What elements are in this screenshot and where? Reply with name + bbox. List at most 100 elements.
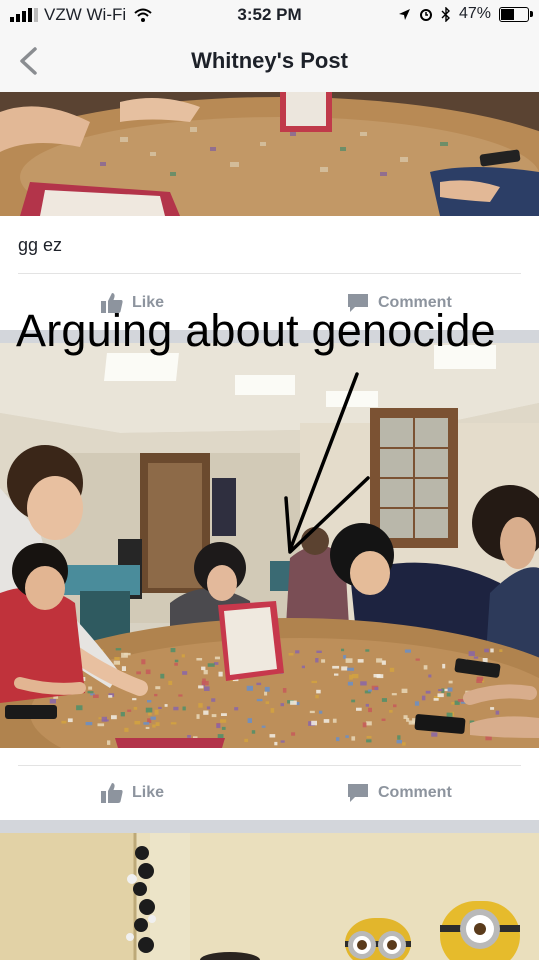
puzzle-piece	[221, 713, 227, 716]
puzzle-piece	[211, 698, 216, 702]
puzzle-piece	[374, 687, 379, 691]
puzzle-piece	[323, 719, 330, 723]
puzzle-piece	[174, 662, 178, 666]
puzzle-piece	[141, 659, 146, 665]
puzzle-piece	[155, 686, 161, 690]
puzzle-piece	[164, 704, 168, 707]
puzzle-piece	[332, 718, 337, 723]
puzzle-piece	[446, 712, 453, 718]
puzzle-piece	[280, 703, 284, 707]
minions-decoration-image	[0, 833, 539, 960]
puzzle-piece	[362, 722, 367, 728]
puzzle-piece	[76, 705, 83, 711]
puzzle-piece	[360, 681, 367, 686]
post-photo-1[interactable]	[0, 92, 539, 216]
puzzle-piece	[447, 687, 453, 692]
puzzle-piece	[160, 673, 165, 679]
puzzle-piece	[368, 707, 372, 713]
puzzle-piece	[214, 656, 220, 660]
puzzle-piece	[274, 741, 278, 746]
puzzle-piece	[490, 648, 494, 653]
puzzle-piece	[87, 691, 94, 694]
puzzle-piece	[433, 698, 439, 701]
puzzle-piece	[415, 658, 420, 661]
puzzle-piece	[264, 686, 270, 692]
puzzle-piece	[357, 659, 364, 663]
post-photo-3[interactable]	[0, 833, 539, 960]
puzzle-piece	[120, 712, 125, 717]
puzzle-piece	[234, 707, 239, 711]
puzzle-piece	[196, 714, 200, 719]
puzzle-piece	[404, 649, 411, 653]
puzzle-piece	[251, 730, 256, 734]
puzzle-piece	[376, 658, 383, 663]
puzzle-piece	[134, 720, 141, 725]
battery-percent: 47%	[458, 5, 491, 22]
puzzle-piece	[311, 680, 317, 684]
puzzle-piece	[490, 707, 495, 710]
puzzle-piece	[201, 666, 206, 671]
puzzle-piece	[220, 719, 227, 723]
location-icon	[398, 8, 410, 20]
puzzle-piece	[270, 708, 275, 713]
divider	[18, 273, 521, 274]
puzzle-piece	[290, 700, 297, 705]
puzzle-piece	[182, 671, 188, 675]
puzzle-piece	[265, 701, 270, 704]
puzzle-piece	[155, 722, 160, 726]
puzzle-piece	[423, 665, 428, 670]
puzzle-piece	[61, 720, 67, 724]
puzzle-piece	[311, 720, 317, 726]
thumbs-up-icon	[101, 783, 123, 803]
puzzle-piece	[280, 740, 285, 743]
puzzle-piece	[341, 648, 345, 652]
puzzle-piece	[401, 688, 408, 693]
puzzle-piece	[244, 738, 249, 743]
puzzle-piece	[114, 657, 120, 660]
puzzle-piece	[345, 658, 353, 663]
puzzle-piece	[198, 685, 204, 689]
puzzle-piece	[124, 652, 131, 656]
puzzle-piece	[178, 694, 183, 697]
puzzle-piece	[182, 706, 186, 711]
puzzle-piece	[336, 737, 340, 742]
puzzle-piece	[107, 740, 111, 745]
puzzle-piece	[145, 707, 153, 713]
puzzle-piece	[381, 718, 386, 721]
puzzle-piece	[414, 701, 420, 706]
puzzle-piece	[206, 706, 211, 710]
puzzle-piece	[321, 659, 326, 663]
puzzle-piece	[368, 689, 372, 692]
puzzle-piece	[291, 732, 296, 736]
puzzle-piece	[309, 710, 315, 714]
puzzle-piece	[288, 653, 294, 656]
puzzle-piece	[301, 665, 305, 669]
puzzle-piece	[334, 673, 339, 676]
puzzle-piece	[204, 686, 210, 691]
puzzle-piece	[444, 688, 448, 692]
puzzle-piece	[473, 656, 479, 659]
puzzle-piece	[170, 722, 177, 725]
puzzle-piece	[316, 689, 321, 694]
puzzle-piece	[88, 686, 93, 690]
puzzle-piece	[49, 699, 56, 704]
puzzle-piece	[201, 680, 209, 686]
puzzle-piece	[133, 706, 138, 710]
puzzle-piece	[218, 671, 223, 677]
comment-button[interactable]: Comment	[346, 782, 452, 804]
puzzle-piece	[437, 693, 444, 698]
nav-bar: Whitney's Post	[0, 30, 539, 93]
puzzle-piece	[132, 698, 137, 701]
puzzle-piece	[150, 716, 156, 720]
like-button[interactable]: Like	[100, 782, 164, 804]
puzzle-piece	[448, 680, 453, 684]
puzzle-piece	[406, 717, 410, 722]
puzzle-piece	[389, 710, 393, 713]
alarm-icon	[419, 9, 432, 21]
puzzle-piece	[393, 704, 397, 708]
puzzle-piece	[332, 665, 340, 669]
puzzle-piece	[154, 693, 158, 697]
bluetooth-icon	[441, 6, 450, 22]
status-bar: VZW Wi-Fi 3:52 PM 47%	[0, 0, 539, 30]
puzzle-piece	[181, 654, 185, 658]
